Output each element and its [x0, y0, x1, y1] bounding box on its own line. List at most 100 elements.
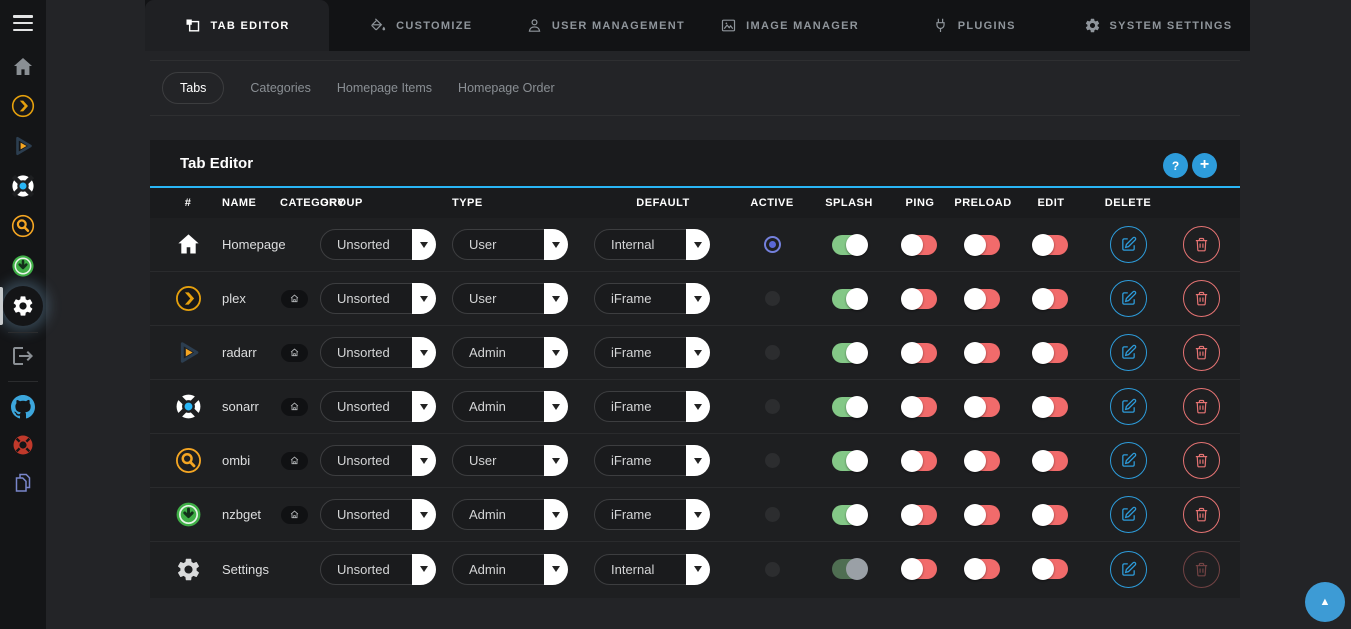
preload-toggle[interactable]: [1034, 397, 1068, 417]
sub-tab-categories[interactable]: Categories: [250, 81, 310, 95]
sidebar-item-github[interactable]: [0, 387, 46, 427]
sidebar-item-radarr[interactable]: [0, 126, 46, 166]
edit-button[interactable]: [1110, 442, 1147, 479]
edit-button[interactable]: [1110, 496, 1147, 533]
chevron-down-icon[interactable]: [544, 445, 568, 476]
ping-toggle[interactable]: [966, 505, 1000, 525]
splash-toggle[interactable]: [903, 451, 937, 471]
type-select[interactable]: iFrame: [594, 337, 710, 368]
edit-button[interactable]: [1110, 551, 1147, 588]
edit-button[interactable]: [1110, 280, 1147, 317]
tab-customize[interactable]: CUSTOMIZE: [329, 0, 513, 51]
delete-button[interactable]: [1183, 496, 1220, 533]
ping-toggle[interactable]: [966, 559, 1000, 579]
group-select[interactable]: User: [452, 445, 568, 476]
group-select[interactable]: Admin: [452, 337, 568, 368]
active-toggle[interactable]: [832, 343, 866, 363]
category-select[interactable]: Unsorted: [320, 499, 436, 530]
type-select[interactable]: Internal: [594, 554, 710, 585]
chevron-down-icon[interactable]: [412, 391, 436, 422]
edit-button[interactable]: [1110, 226, 1147, 263]
edit-button[interactable]: [1110, 334, 1147, 371]
sidebar-item-sonarr[interactable]: [0, 166, 46, 206]
chevron-down-icon[interactable]: [412, 337, 436, 368]
tab-tab-editor[interactable]: TAB EDITOR: [145, 0, 329, 51]
splash-toggle[interactable]: [903, 235, 937, 255]
sidebar-item-logout[interactable]: [0, 336, 46, 376]
preload-toggle[interactable]: [1034, 559, 1068, 579]
default-radio[interactable]: [765, 291, 780, 306]
preload-toggle[interactable]: [1034, 289, 1068, 309]
category-select[interactable]: Unsorted: [320, 337, 436, 368]
delete-button[interactable]: [1183, 280, 1220, 317]
chevron-down-icon[interactable]: [412, 283, 436, 314]
chevron-down-icon[interactable]: [686, 499, 710, 530]
sidebar-item-settings[interactable]: [0, 286, 46, 326]
delete-button[interactable]: [1183, 442, 1220, 479]
category-select[interactable]: Unsorted: [320, 445, 436, 476]
group-select[interactable]: User: [452, 229, 568, 260]
default-radio[interactable]: [764, 236, 781, 253]
type-select[interactable]: iFrame: [594, 499, 710, 530]
category-select[interactable]: Unsorted: [320, 554, 436, 585]
active-toggle[interactable]: [832, 235, 866, 255]
chevron-down-icon[interactable]: [412, 445, 436, 476]
tab-image-manager[interactable]: IMAGE MANAGER: [698, 0, 882, 51]
ping-toggle[interactable]: [966, 451, 1000, 471]
edit-button[interactable]: [1110, 388, 1147, 425]
default-radio[interactable]: [765, 453, 780, 468]
sub-tab-tabs[interactable]: Tabs: [162, 72, 224, 104]
sidebar-item-docs[interactable]: [0, 463, 46, 503]
splash-toggle[interactable]: [903, 397, 937, 417]
sidebar-item-ombi[interactable]: [0, 206, 46, 246]
delete-button[interactable]: [1183, 226, 1220, 263]
sidebar-item-home[interactable]: [0, 47, 46, 87]
chevron-down-icon[interactable]: [412, 499, 436, 530]
splash-toggle[interactable]: [903, 289, 937, 309]
sidebar-item-plex[interactable]: [0, 86, 46, 126]
category-select[interactable]: Unsorted: [320, 283, 436, 314]
help-button[interactable]: ?: [1163, 153, 1188, 178]
sidebar-item-support[interactable]: [0, 425, 46, 465]
group-select[interactable]: User: [452, 283, 568, 314]
ping-toggle[interactable]: [966, 235, 1000, 255]
default-radio[interactable]: [765, 399, 780, 414]
ping-toggle[interactable]: [966, 343, 1000, 363]
delete-button[interactable]: [1183, 388, 1220, 425]
sidebar-item-nzbget[interactable]: [0, 246, 46, 286]
delete-button[interactable]: [1183, 334, 1220, 371]
group-select[interactable]: Admin: [452, 499, 568, 530]
tab-plugins[interactable]: PLUGINS: [882, 0, 1066, 51]
add-tab-button[interactable]: +: [1192, 153, 1217, 178]
scroll-to-top-button[interactable]: ▲: [1305, 582, 1345, 622]
group-select[interactable]: Admin: [452, 554, 568, 585]
ping-toggle[interactable]: [966, 397, 1000, 417]
chevron-down-icon[interactable]: [412, 229, 436, 260]
category-select[interactable]: Unsorted: [320, 391, 436, 422]
active-toggle[interactable]: [832, 289, 866, 309]
default-radio[interactable]: [765, 562, 780, 577]
type-select[interactable]: iFrame: [594, 445, 710, 476]
sub-tab-homepage-order[interactable]: Homepage Order: [458, 81, 555, 95]
splash-toggle[interactable]: [903, 505, 937, 525]
chevron-down-icon[interactable]: [686, 283, 710, 314]
tab-user-management[interactable]: USER MANAGEMENT: [513, 0, 697, 51]
chevron-down-icon[interactable]: [412, 554, 436, 585]
preload-toggle[interactable]: [1034, 235, 1068, 255]
ping-toggle[interactable]: [966, 289, 1000, 309]
chevron-down-icon[interactable]: [544, 554, 568, 585]
chevron-down-icon[interactable]: [544, 283, 568, 314]
active-toggle[interactable]: [832, 397, 866, 417]
preload-toggle[interactable]: [1034, 505, 1068, 525]
chevron-down-icon[interactable]: [686, 229, 710, 260]
hamburger-icon[interactable]: [13, 15, 33, 31]
chevron-down-icon[interactable]: [544, 337, 568, 368]
default-radio[interactable]: [765, 345, 780, 360]
tab-system-settings[interactable]: SYSTEM SETTINGS: [1066, 0, 1250, 51]
chevron-down-icon[interactable]: [686, 554, 710, 585]
type-select[interactable]: Internal: [594, 229, 710, 260]
preload-toggle[interactable]: [1034, 343, 1068, 363]
chevron-down-icon[interactable]: [544, 229, 568, 260]
preload-toggle[interactable]: [1034, 451, 1068, 471]
chevron-down-icon[interactable]: [686, 445, 710, 476]
